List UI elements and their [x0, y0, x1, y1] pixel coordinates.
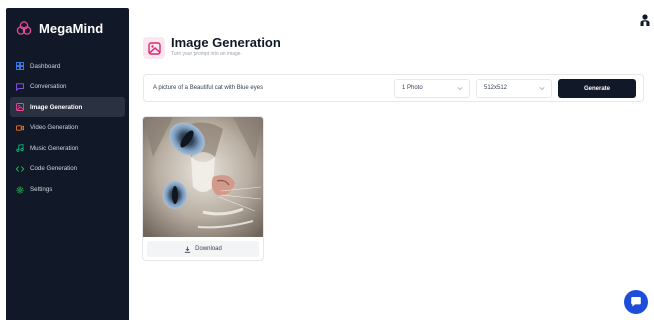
sidebar-item-video-generation[interactable]: Video Generation: [10, 118, 125, 138]
sidebar-nav: Dashboard Conversation Image Generation …: [6, 56, 129, 200]
sidebar: MegaMind Dashboard Conversation Image Ge…: [6, 8, 129, 320]
amount-select[interactable]: 1 Photo: [394, 79, 470, 98]
sidebar-item-settings[interactable]: Settings: [10, 180, 125, 200]
page-subtitle: Turn your prompt into an image.: [171, 51, 242, 57]
download-icon: [184, 246, 191, 253]
dashboard-icon: [16, 62, 24, 70]
sidebar-item-code-generation[interactable]: Code Generation: [10, 159, 125, 179]
chat-bubble-icon: [631, 297, 641, 307]
sidebar-item-label: Dashboard: [30, 62, 61, 70]
generate-button[interactable]: Generate: [558, 79, 636, 98]
result-card: Download: [142, 116, 264, 261]
sidebar-item-label: Code Generation: [30, 165, 78, 173]
sidebar-item-label: Settings: [30, 186, 53, 194]
code-icon: [16, 165, 24, 173]
generated-image: [143, 117, 263, 237]
download-button[interactable]: Download: [147, 241, 259, 257]
sidebar-item-label: Image Generation: [30, 103, 83, 111]
brain-logo-icon: [16, 21, 32, 35]
sidebar-item-label: Conversation: [30, 83, 67, 91]
user-avatar-icon[interactable]: [640, 14, 650, 26]
resolution-select[interactable]: 512x512: [476, 79, 552, 98]
brand-name: MegaMind: [39, 20, 104, 36]
sidebar-item-image-generation[interactable]: Image Generation: [10, 97, 125, 118]
settings-icon: [16, 186, 24, 194]
download-label: Download: [195, 246, 222, 252]
chevron-down-icon: [457, 87, 463, 91]
sidebar-item-label: Music Generation: [30, 144, 79, 152]
message-square-icon: [16, 82, 24, 91]
sidebar-item-conversation[interactable]: Conversation: [10, 77, 125, 97]
prompt-input[interactable]: A picture of a Beautiful cat with Blue e…: [153, 75, 393, 102]
sidebar-item-label: Video Generation: [30, 124, 79, 132]
resolution-select-value: 512x512: [484, 85, 508, 91]
amount-select-value: 1 Photo: [402, 85, 423, 91]
image-icon: [143, 37, 165, 59]
prompt-form: A picture of a Beautiful cat with Blue e…: [143, 74, 644, 102]
sidebar-item-music-generation[interactable]: Music Generation: [10, 138, 125, 158]
page-title: Image Generation: [171, 35, 281, 50]
music-icon: [16, 144, 24, 153]
brand[interactable]: MegaMind: [16, 18, 103, 38]
image-icon: [16, 103, 24, 112]
video-icon: [16, 124, 24, 132]
sidebar-item-dashboard[interactable]: Dashboard: [10, 56, 125, 76]
chevron-down-icon: [539, 87, 545, 91]
chat-support-button[interactable]: [624, 290, 648, 314]
